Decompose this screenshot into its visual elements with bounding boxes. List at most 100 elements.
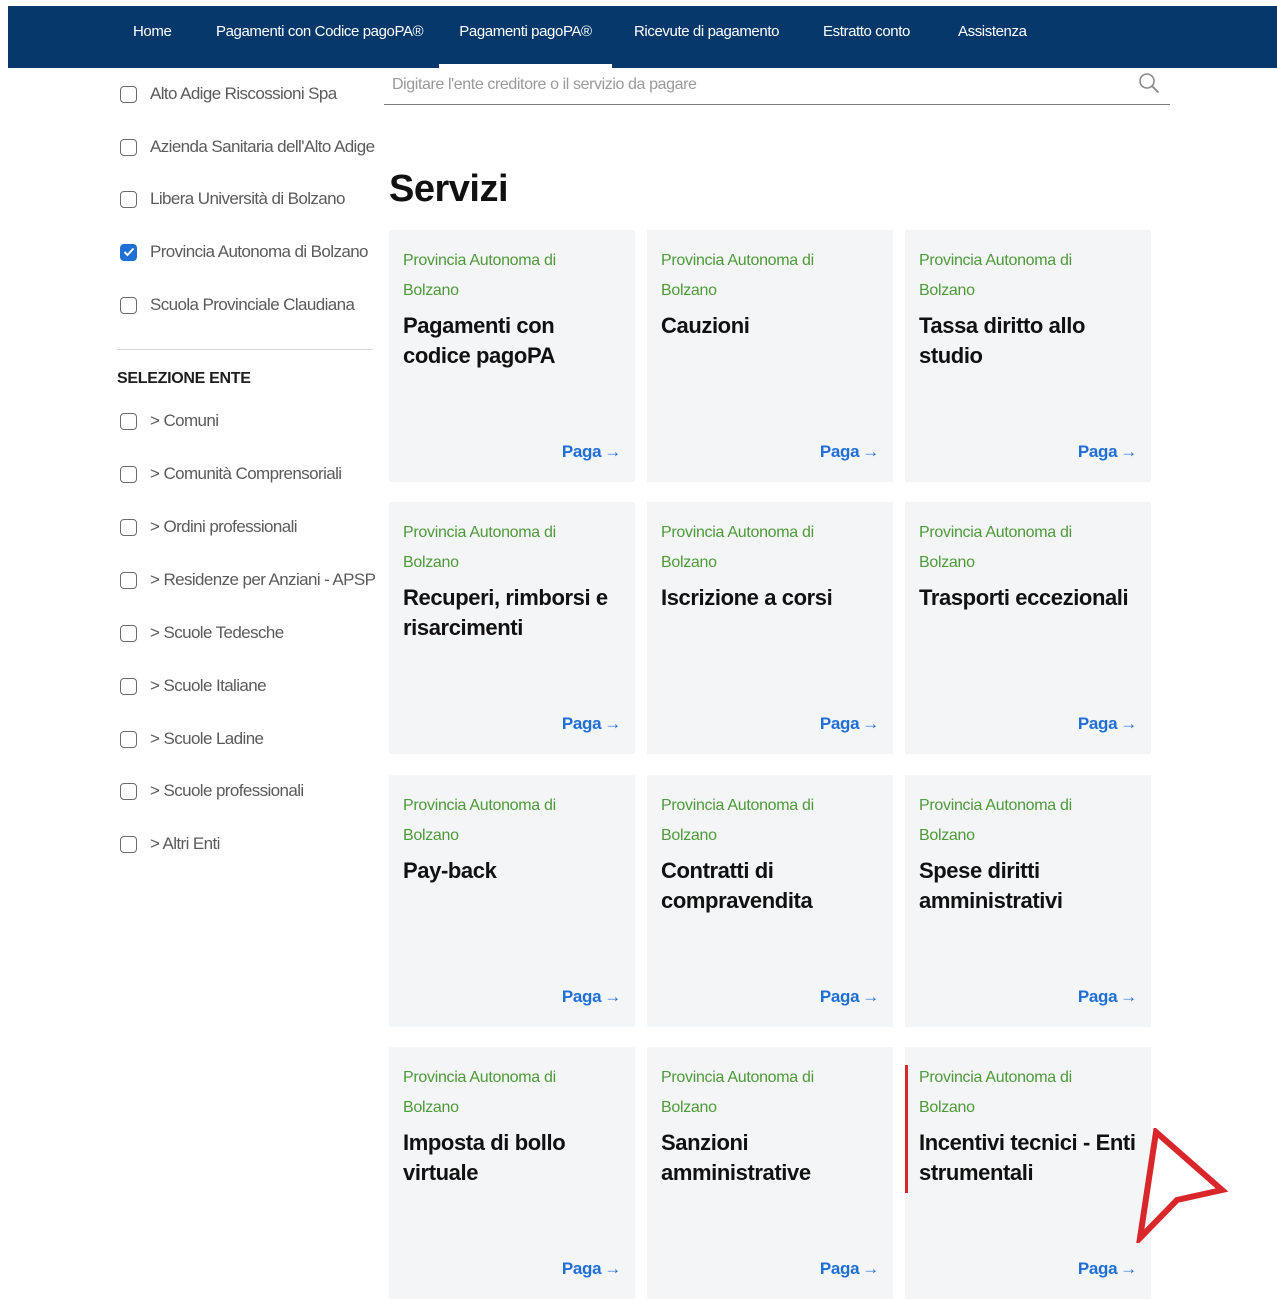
group-checkbox-row[interactable]: > Comunità Comprensoriali: [120, 461, 342, 487]
nav-item-pagamenti-codice[interactable]: Pagamenti con Codice pagoPA®: [216, 0, 424, 62]
group-checkbox-row[interactable]: > Altri Enti: [120, 831, 220, 857]
checkbox[interactable]: [120, 835, 137, 853]
arrow-right-icon: →: [604, 1259, 621, 1278]
focus-indicator: [905, 1065, 908, 1193]
group-checkbox-row[interactable]: > Scuole Italiane: [120, 673, 267, 699]
arrow-right-icon: →: [862, 442, 879, 461]
checkbox[interactable]: [120, 296, 137, 314]
checkbox-label: > Comunità Comprensoriali: [150, 464, 342, 483]
checkbox[interactable]: [120, 571, 137, 589]
group-checkbox-row[interactable]: > Scuole Ladine: [120, 726, 264, 752]
service-card[interactable]: Provincia Autonoma di Bolzano Cauzioni Pag…: [647, 230, 893, 482]
service-card[interactable]: Provincia Autonoma di Bolzano Pay-back Pag…: [389, 775, 635, 1027]
group-checkbox-row[interactable]: > Residenze per Anziani - APSP: [120, 567, 376, 593]
paga-link-label: Paga: [561, 987, 602, 1006]
group-checkbox-row[interactable]: > Ordini professionali: [120, 514, 298, 540]
service-title: Cauzioni: [661, 313, 750, 338]
service-card[interactable]: Provincia Autonoma di Bolzano Pagamenti c…: [389, 230, 635, 482]
service-card[interactable]: Provincia Autonoma di Bolzano Recuperi, r…: [389, 502, 635, 754]
paga-link[interactable]: Paga →: [1078, 987, 1137, 1007]
checkbox[interactable]: [120, 624, 137, 642]
service-card[interactable]: Provincia Autonoma di Bolzano Sanzioni am…: [647, 1047, 893, 1299]
checkbox-label: Libera Università di Bolzano: [150, 189, 345, 208]
service-org-label: Provincia Autonoma di Bolzano: [403, 524, 556, 571]
checkbox-label: > Scuole Ladine: [150, 729, 264, 748]
paga-link[interactable]: Paga →: [562, 1259, 621, 1279]
checkbox[interactable]: [120, 412, 137, 430]
checkbox-label: Azienda Sanitaria dell'Alto Adige: [150, 137, 375, 156]
service-title: Spese diritti amministrativi: [919, 858, 1063, 913]
nav-active-tab-background: Pagamenti pagoPA®: [439, 6, 612, 68]
service-card[interactable]: Provincia Autonoma di Bolzano Tassa dirit…: [905, 230, 1151, 482]
checkmark-icon: [123, 247, 134, 257]
group-checkbox-row[interactable]: > Comuni: [120, 408, 219, 434]
selezione-ente-heading: SELEZIONE ENTE: [117, 370, 251, 387]
paga-link-label: Paga: [1077, 714, 1118, 733]
paga-link-label: Paga: [1077, 987, 1118, 1006]
service-org-label: Provincia Autonoma di Bolzano: [919, 797, 1072, 844]
checkbox[interactable]: [120, 138, 137, 156]
group-checkbox-row[interactable]: > Scuole professionali: [120, 778, 304, 804]
entity-checkbox-row[interactable]: Azienda Sanitaria dell'Alto Adige: [120, 134, 375, 160]
checkbox[interactable]: [120, 465, 137, 483]
checkbox[interactable]: [120, 782, 137, 800]
entity-checkbox-row[interactable]: Scuola Provinciale Claudiana: [120, 292, 355, 318]
service-org-label: Provincia Autonoma di Bolzano: [919, 1069, 1072, 1116]
paga-link[interactable]: Paga →: [820, 442, 879, 462]
service-card[interactable]: Provincia Autonoma di Bolzano Incentivi t…: [905, 1047, 1151, 1299]
service-org-label: Provincia Autonoma di Bolzano: [661, 797, 814, 844]
checkbox-label: > Altri Enti: [150, 834, 220, 853]
service-org-label: Provincia Autonoma di Bolzano: [661, 524, 814, 571]
checkbox-checked[interactable]: [120, 243, 137, 261]
service-org-label: Provincia Autonoma di Bolzano: [403, 252, 556, 299]
checkbox[interactable]: [120, 730, 137, 748]
paga-link[interactable]: Paga →: [820, 714, 879, 734]
service-card[interactable]: Provincia Autonoma di Bolzano Trasporti e…: [905, 502, 1151, 754]
search-icon[interactable]: [1138, 72, 1160, 94]
paga-link[interactable]: Paga →: [820, 1259, 879, 1279]
nav-item-home[interactable]: Home: [133, 0, 172, 62]
paga-link[interactable]: Paga →: [1078, 1259, 1137, 1279]
service-card[interactable]: Provincia Autonoma di Bolzano Imposta di …: [389, 1047, 635, 1299]
service-card[interactable]: Provincia Autonoma di Bolzano Spese dirit…: [905, 775, 1151, 1027]
entity-checkbox-row[interactable]: Provincia Autonoma di Bolzano: [120, 239, 369, 265]
service-title: Imposta di bollo virtuale: [403, 1130, 566, 1185]
paga-link-label: Paga: [819, 714, 860, 733]
paga-link-label: Paga: [561, 714, 602, 733]
paga-link[interactable]: Paga →: [562, 714, 621, 734]
service-org-label: Provincia Autonoma di Bolzano: [919, 524, 1072, 571]
paga-link[interactable]: Paga →: [562, 442, 621, 462]
paga-link-label: Paga: [819, 987, 860, 1006]
paga-link-label: Paga: [819, 442, 860, 461]
checkbox-label: > Scuole professionali: [150, 781, 304, 800]
group-checkbox-row[interactable]: > Scuole Tedesche: [120, 620, 284, 646]
nav-item-ricevute[interactable]: Ricevute di pagamento: [634, 0, 779, 62]
nav-item-assistenza[interactable]: Assistenza: [958, 0, 1027, 62]
paga-link[interactable]: Paga →: [562, 987, 621, 1007]
checkbox[interactable]: [120, 85, 137, 103]
nav-item-pagamenti-pagopa[interactable]: Pagamenti pagoPA®: [439, 6, 612, 60]
service-title: Sanzioni amministrative: [661, 1130, 811, 1185]
nav-item-estratto-conto[interactable]: Estratto conto: [823, 0, 910, 62]
service-org-label: Provincia Autonoma di Bolzano: [403, 1069, 556, 1116]
checkbox[interactable]: [120, 518, 137, 536]
checkbox[interactable]: [120, 190, 137, 208]
entity-checkbox-row[interactable]: Alto Adige Riscossioni Spa: [120, 81, 337, 107]
service-title: Trasporti eccezionali: [919, 585, 1129, 610]
entity-checkbox-row[interactable]: Libera Università di Bolzano: [120, 186, 345, 212]
paga-link[interactable]: Paga →: [1078, 442, 1137, 462]
paga-link-label: Paga: [1077, 1259, 1118, 1278]
checkbox-label: > Scuole Tedesche: [150, 623, 284, 642]
search-bar: [384, 68, 1170, 105]
paga-link-label: Paga: [1077, 442, 1118, 461]
paga-link-label: Paga: [561, 1259, 602, 1278]
paga-link[interactable]: Paga →: [1078, 714, 1137, 734]
paga-link[interactable]: Paga →: [820, 987, 879, 1007]
search-input[interactable]: [390, 68, 1134, 102]
service-card[interactable]: Provincia Autonoma di Bolzano Iscrizione …: [647, 502, 893, 754]
paga-link-label: Paga: [819, 1259, 860, 1278]
arrow-right-icon: →: [1120, 987, 1137, 1006]
service-card[interactable]: Provincia Autonoma di Bolzano Contratti d…: [647, 775, 893, 1027]
arrow-right-icon: →: [604, 987, 621, 1006]
checkbox[interactable]: [120, 677, 137, 695]
